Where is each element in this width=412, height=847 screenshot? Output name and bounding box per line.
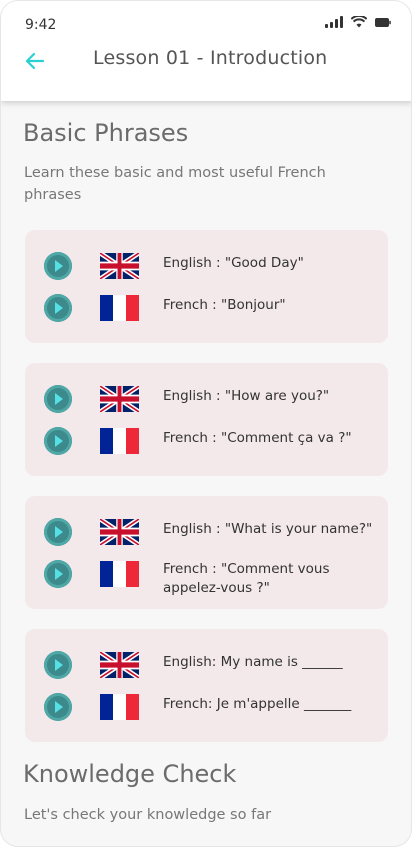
phrase-card-1: English : "Good Day" French : "Bonjour" <box>25 230 388 343</box>
status-icons <box>325 16 391 28</box>
english-row: English : "How are you?" <box>25 379 388 419</box>
french-row: French: Je m'appelle _______ <box>25 687 388 727</box>
uk-flag-icon <box>100 652 139 678</box>
france-flag-icon <box>100 428 139 454</box>
phrase-card-2: English : "How are you?" French : "Comme… <box>25 363 388 476</box>
play-english-button[interactable] <box>44 651 72 679</box>
play-french-button[interactable] <box>44 693 72 721</box>
english-phrase: English : "Good Day" <box>163 255 304 271</box>
france-flag-icon <box>100 561 139 587</box>
uk-flag-icon <box>100 386 139 412</box>
english-phrase: English : "What is your name?" <box>163 521 373 537</box>
page-title: Lesson 01 - Introduction <box>93 47 328 69</box>
play-english-button[interactable] <box>44 385 72 413</box>
knowledge-check-description: Let's check your knowledge so far <box>24 807 272 823</box>
play-english-button[interactable] <box>44 252 72 280</box>
uk-flag-icon <box>100 519 139 545</box>
french-phrase: French : "Bonjour" <box>163 297 286 313</box>
phrase-card-3: English : "What is your name?" French : … <box>25 496 388 609</box>
basic-phrases-title: Basic Phrases <box>23 119 189 147</box>
french-phrase: French: Je m'appelle _______ <box>163 696 352 712</box>
signal-icon <box>325 16 343 28</box>
english-row: English: My name is ______ <box>25 645 388 685</box>
french-row: French : "Comment vous appelez-vous ?" <box>25 554 388 596</box>
app-header: 9:42 Lesson 01 - Introduction <box>1 1 411 101</box>
english-row: English : "What is your name?" <box>25 512 388 552</box>
phrase-card-4: English: My name is ______ French: Je m'… <box>25 629 388 742</box>
play-french-button[interactable] <box>44 560 72 588</box>
back-arrow-icon[interactable] <box>23 49 47 73</box>
basic-phrases-description: Learn these basic and most useful French… <box>24 165 326 203</box>
france-flag-icon <box>100 694 139 720</box>
french-row: French : "Bonjour" <box>25 288 388 328</box>
wifi-icon <box>351 16 367 28</box>
english-phrase: English: My name is ______ <box>163 654 343 670</box>
play-french-button[interactable] <box>44 427 72 455</box>
french-phrase: French : "Comment vous appelez-vous ?" <box>163 561 330 596</box>
france-flag-icon <box>100 295 139 321</box>
knowledge-check-title: Knowledge Check <box>23 760 237 788</box>
english-phrase: English : "How are you?" <box>163 388 330 404</box>
english-row: English : "Good Day" <box>25 246 388 286</box>
play-french-button[interactable] <box>44 294 72 322</box>
battery-icon <box>375 16 391 28</box>
status-time: 9:42 <box>25 17 57 33</box>
french-row: French : "Comment ça va ?" <box>25 421 388 461</box>
french-phrase: French : "Comment ça va ?" <box>163 430 352 446</box>
uk-flag-icon <box>100 253 139 279</box>
play-english-button[interactable] <box>44 518 72 546</box>
phone-screen: 9:42 Lesson 01 - Introduction Basic Phra… <box>0 0 412 847</box>
